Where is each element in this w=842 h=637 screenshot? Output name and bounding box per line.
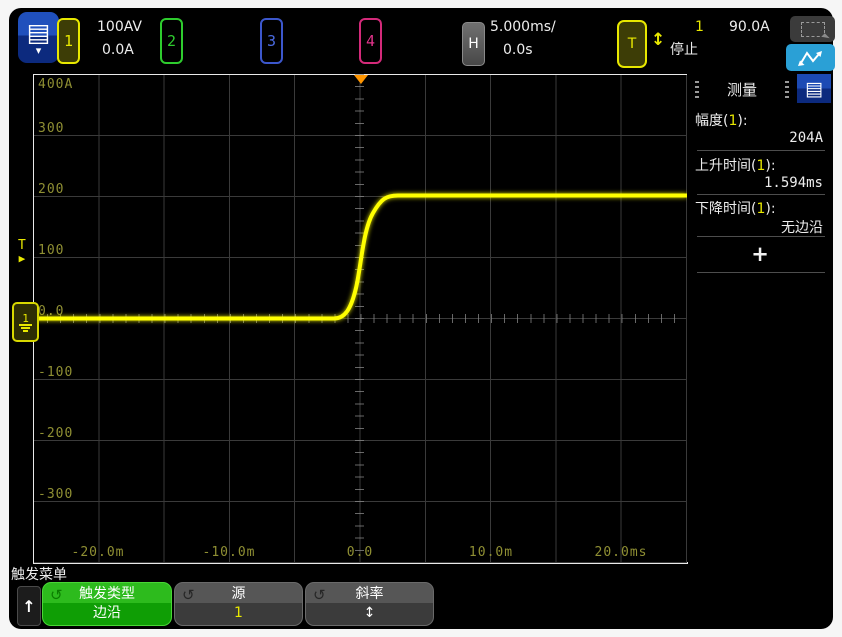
waveform-drag-mode-button[interactable] [786, 44, 835, 71]
trigger-source-readout: 1 [695, 19, 704, 35]
add-measurement-button[interactable]: + [687, 242, 833, 266]
measurement-label: 下降时间(1): [695, 198, 776, 218]
main-menu-button[interactable]: ▤ ▾ [18, 12, 59, 63]
softkey-trigger-type[interactable]: ↺ 触发类型 边沿 [42, 582, 172, 626]
trigger-arrow-icon: ▶ [18, 252, 26, 265]
menu-icon: ▤ [805, 78, 823, 100]
measurement-value: 无边沿 [781, 217, 823, 237]
softkey-value: ↕ [306, 604, 433, 623]
softkey-value: 边沿 [43, 604, 171, 623]
knob-icon: ↺ [313, 586, 326, 605]
divider [697, 194, 825, 195]
up-arrow-icon: ↑ [22, 597, 35, 616]
trigger-time-marker[interactable] [354, 75, 368, 84]
measurements-menu-button[interactable]: ▤ [797, 74, 831, 103]
rectangle-select-icon [801, 22, 825, 37]
menu-icon: ▤ [27, 21, 51, 45]
channel-2-button[interactable]: 2 [160, 18, 183, 64]
trigger-button-label: T [628, 36, 637, 52]
horizontal-button-label: H [468, 36, 479, 52]
drag-handle-icon [785, 81, 789, 98]
measurement-label: 幅度(1): [695, 110, 748, 130]
knob-icon: ↺ [182, 586, 195, 605]
softkey-menu-title: 触发菜单 [11, 564, 67, 584]
trigger-updown-icon: ↕ [651, 30, 665, 50]
zoom-select-button[interactable] [790, 16, 835, 42]
measurement-label: 上升时间(1): [695, 155, 776, 175]
measurement-value: 1.594ms [764, 175, 823, 191]
ground-channel-number: 1 [22, 313, 29, 324]
channel-4-label: 4 [366, 32, 375, 50]
channel1-ground-marker[interactable]: 1 [12, 302, 39, 342]
channel-3-button[interactable]: 3 [260, 18, 283, 64]
horizontal-button[interactable]: H [462, 22, 485, 66]
knob-icon: ↺ [50, 586, 63, 605]
channel-3-label: 3 [267, 32, 276, 50]
softkey-slope[interactable]: ↺ 斜率 ↕ [305, 582, 434, 626]
measurements-panel: 测量 ▤ 幅度(1): 204A 上升时间(1): 1.594ms 下降时间(1… [687, 74, 833, 562]
trigger-level-marker[interactable]: T ▶ [18, 239, 26, 265]
chevron-down-icon: ▾ [36, 46, 42, 55]
delay-readout: 0.0s [503, 42, 533, 58]
softkey-source[interactable]: ↺ 源 1 [174, 582, 303, 626]
measurements-panel-title: 测量 [687, 79, 797, 100]
scope-screen: ▤ ▾ 1 100AV 0.0A 2 3 4 H 5.000ms/ 0.0s T… [9, 8, 833, 629]
channel-4-button[interactable]: 4 [359, 18, 382, 64]
ground-icon [19, 324, 32, 332]
channel-2-label: 2 [167, 32, 176, 50]
waveform-drag-icon [796, 48, 826, 68]
divider [697, 272, 825, 273]
softkey-value: 1 [175, 604, 302, 623]
channel-1-button[interactable]: 1 [57, 18, 80, 64]
channel-1-label: 1 [64, 32, 73, 50]
trigger-button[interactable]: T [617, 20, 647, 68]
acquisition-status: 停止 [670, 42, 698, 58]
oscilloscope-screenshot: ▤ ▾ 1 100AV 0.0A 2 3 4 H 5.000ms/ 0.0s T… [0, 0, 842, 637]
divider [697, 150, 825, 151]
graticule [33, 74, 688, 564]
trigger-level-readout: 90.0A [729, 19, 770, 35]
measurements-panel-header[interactable]: 测量 ▤ [687, 74, 833, 104]
channel-1-scale: 100AV [97, 19, 142, 35]
timebase-readout: 5.000ms/ [490, 19, 556, 35]
back-button[interactable]: ↑ [17, 586, 41, 626]
trigger-letter: T [18, 239, 26, 252]
divider [697, 236, 825, 237]
measurement-value: 204A [789, 130, 823, 146]
channel-1-offset: 0.0A [102, 42, 134, 58]
